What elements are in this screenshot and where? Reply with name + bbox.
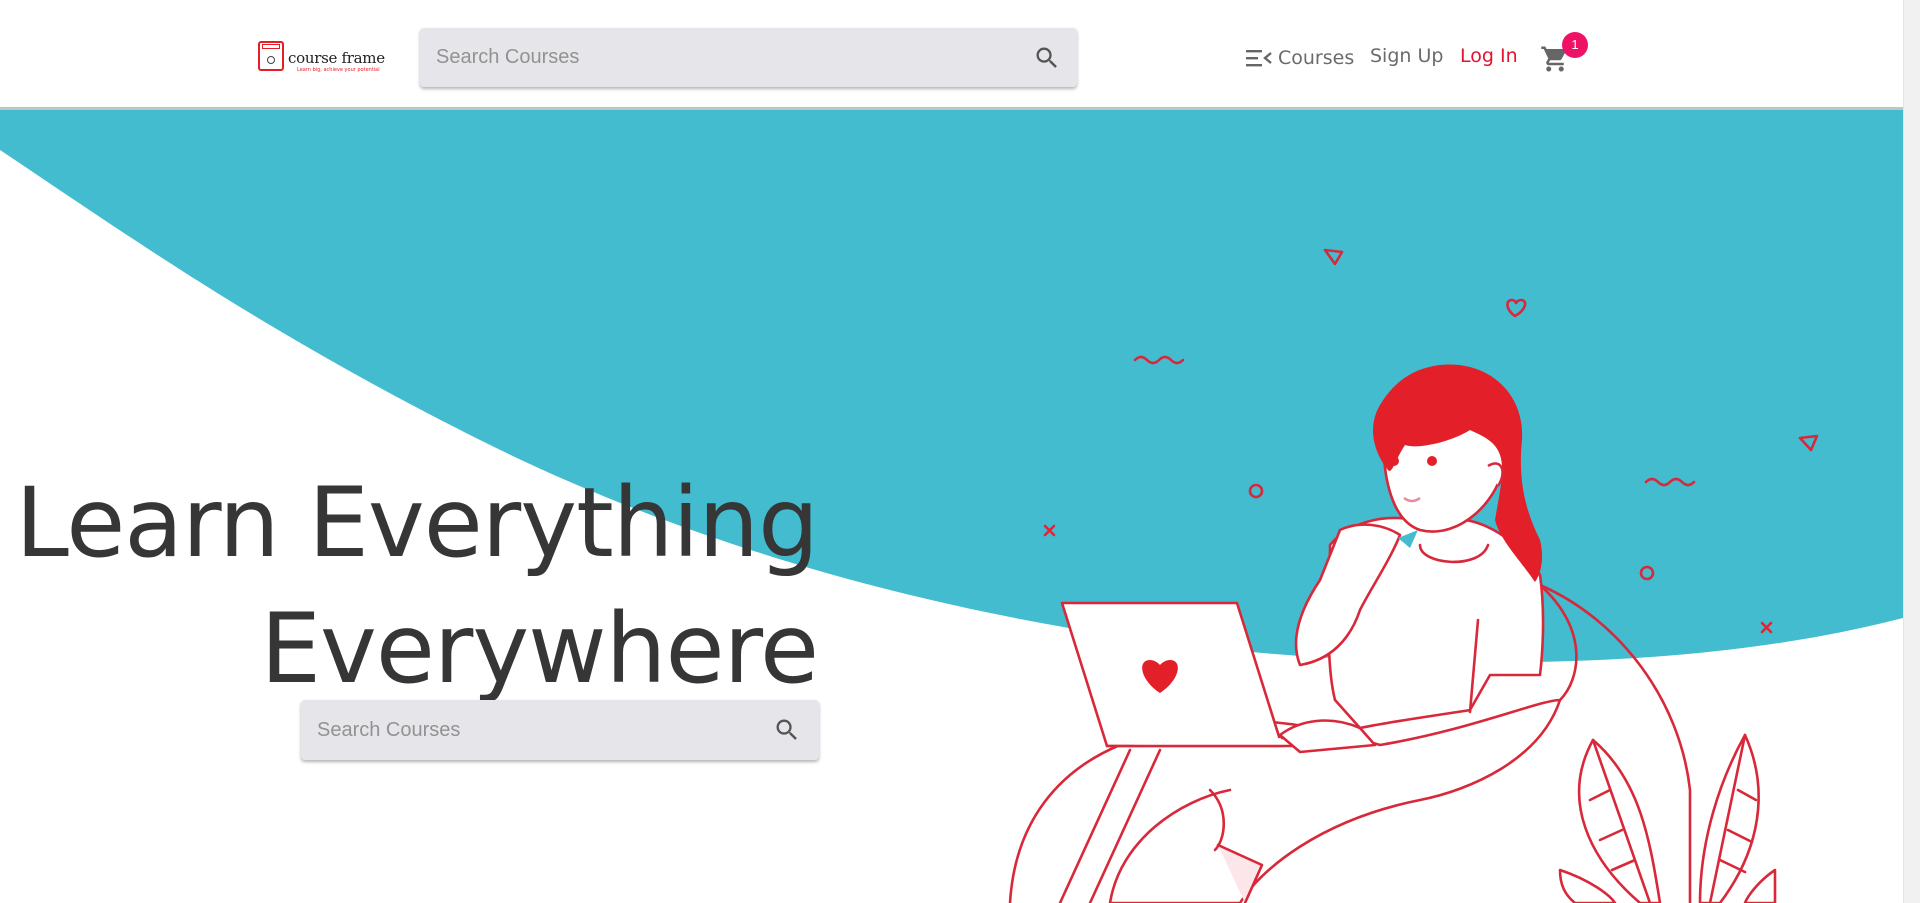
logo-tagline: Learn big, achieve your potential bbox=[297, 67, 380, 73]
logo-book-icon bbox=[258, 41, 284, 71]
header-search-bar bbox=[420, 28, 1077, 87]
course-frame-logo[interactable]: course frame Learn big, achieve your pot… bbox=[258, 37, 385, 77]
nav-courses[interactable]: Courses bbox=[1246, 43, 1354, 73]
cart-count-badge: 1 bbox=[1562, 32, 1588, 58]
circle-decoration bbox=[1248, 483, 1264, 499]
page: course frame Learn big, achieve your pot… bbox=[0, 0, 1903, 903]
triangle-decoration bbox=[1798, 434, 1819, 452]
triangle-decoration bbox=[1323, 248, 1344, 266]
header-search-input[interactable] bbox=[420, 28, 1077, 87]
hero-section: Learn Everything Everywhere bbox=[0, 110, 1903, 903]
wave-decoration bbox=[1644, 477, 1696, 487]
cross-decoration bbox=[1760, 621, 1773, 634]
nav-courses-label: Courses bbox=[1278, 47, 1355, 69]
circle-decoration bbox=[1639, 565, 1655, 581]
heart-decoration bbox=[1506, 298, 1527, 318]
signup-link[interactable]: Sign Up bbox=[1370, 45, 1443, 67]
page-scrollbar[interactable] bbox=[1903, 0, 1920, 903]
wave-decoration bbox=[1133, 355, 1185, 365]
logo-text: course frame bbox=[288, 49, 385, 67]
top-navbar: course frame Learn big, achieve your pot… bbox=[0, 0, 1903, 110]
menu-open-icon bbox=[1246, 50, 1272, 67]
login-link[interactable]: Log In bbox=[1460, 45, 1518, 67]
hero-illustration bbox=[1008, 248, 1819, 903]
cross-decoration bbox=[1043, 524, 1056, 537]
search-icon[interactable] bbox=[1033, 44, 1061, 72]
